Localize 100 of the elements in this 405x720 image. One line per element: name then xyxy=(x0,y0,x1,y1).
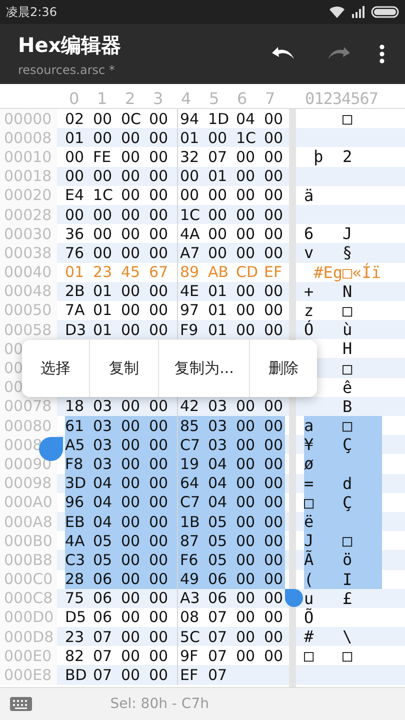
hex-byte[interactable]: 00 xyxy=(121,320,142,340)
hex-byte[interactable]: 00 xyxy=(149,435,170,454)
hex-byte[interactable]: 05 xyxy=(208,531,229,550)
hex-byte[interactable]: 00 xyxy=(236,186,257,205)
hex-byte[interactable]: 01 xyxy=(93,300,114,320)
hex-byte[interactable]: 00 xyxy=(121,300,142,320)
hex-byte[interactable]: 05 xyxy=(208,550,229,570)
hex-byte[interactable]: A5 xyxy=(65,435,86,454)
hex-byte[interactable]: 00 xyxy=(93,243,114,262)
hex-byte[interactable]: 01 xyxy=(65,128,86,148)
hex-byte[interactable]: 04 xyxy=(93,492,114,512)
hex-byte[interactable]: 00 xyxy=(93,128,114,148)
hex-byte[interactable]: 00 xyxy=(149,224,170,244)
hex-byte[interactable]: 03 xyxy=(208,396,229,416)
keyboard-icon[interactable] xyxy=(10,697,32,711)
hex-byte[interactable]: 00 xyxy=(149,186,170,205)
hex-byte[interactable]: 00 xyxy=(236,531,257,550)
hex-byte[interactable]: 00 xyxy=(236,396,257,416)
hex-byte[interactable]: 03 xyxy=(93,454,114,474)
hex-byte[interactable]: 5C xyxy=(177,627,201,646)
hex-byte[interactable]: 1D xyxy=(208,109,229,128)
hex-byte[interactable]: 4A xyxy=(177,224,201,244)
hex-byte[interactable]: 36 xyxy=(65,224,86,244)
hex-byte[interactable]: 00 xyxy=(121,204,142,224)
hex-byte[interactable]: 00 xyxy=(149,243,170,262)
hex-byte[interactable]: 00 xyxy=(264,186,285,205)
hex-byte[interactable]: 00 xyxy=(264,300,285,320)
menu-item[interactable]: 复制 xyxy=(88,340,158,397)
hex-byte[interactable]: 06 xyxy=(208,588,229,608)
hex-byte[interactable]: 00 xyxy=(65,166,86,186)
hex-byte[interactable]: BD xyxy=(65,665,86,685)
hex-byte[interactable]: 00 xyxy=(149,646,170,666)
hex-byte[interactable]: 00 xyxy=(236,492,257,512)
hex-byte[interactable]: 00 xyxy=(264,243,285,262)
hex-byte[interactable]: 00 xyxy=(149,627,170,646)
hex-byte[interactable]: 00 xyxy=(264,608,285,628)
hex-byte[interactable]: 1C xyxy=(236,128,257,148)
hex-byte[interactable]: 00 xyxy=(121,474,142,493)
hex-byte[interactable]: 08 xyxy=(177,608,201,628)
hex-byte[interactable]: 00 xyxy=(264,320,285,340)
hex-byte[interactable]: 03 xyxy=(93,416,114,436)
hex-byte[interactable]: 03 xyxy=(93,396,114,416)
hex-byte[interactable]: 01 xyxy=(93,282,114,301)
hex-byte[interactable]: F6 xyxy=(177,550,201,570)
hex-byte[interactable]: 00 xyxy=(121,166,142,186)
hex-byte[interactable]: 00 xyxy=(236,435,257,454)
hex-byte[interactable]: 4A xyxy=(65,531,86,550)
hex-byte[interactable]: 00 xyxy=(65,147,86,167)
hex-byte[interactable]: 1B xyxy=(177,512,201,532)
hex-byte[interactable]: 00 xyxy=(236,300,257,320)
hex-byte[interactable]: 00 xyxy=(264,570,285,589)
hex-byte[interactable]: 03 xyxy=(208,416,229,436)
hex-byte[interactable]: D5 xyxy=(65,608,86,628)
hex-byte[interactable]: 05 xyxy=(208,512,229,532)
hex-byte[interactable]: 00 xyxy=(177,166,201,186)
hex-byte[interactable]: 00 xyxy=(236,416,257,436)
hex-byte[interactable]: 00 xyxy=(121,512,142,532)
hex-byte[interactable]: 00 xyxy=(121,282,142,301)
hex-byte[interactable]: 00 xyxy=(149,550,170,570)
hex-byte[interactable]: 42 xyxy=(177,396,201,416)
hex-byte[interactable]: 00 xyxy=(121,454,142,474)
hex-byte[interactable]: 00 xyxy=(264,204,285,224)
hex-byte[interactable]: 00 xyxy=(149,128,170,148)
hex-byte[interactable]: 00 xyxy=(121,186,142,205)
hex-byte[interactable]: 00 xyxy=(264,512,285,532)
hex-byte[interactable]: 00 xyxy=(236,627,257,646)
hex-byte[interactable]: 00 xyxy=(149,665,170,685)
hex-byte[interactable]: C3 xyxy=(65,550,86,570)
hex-byte[interactable]: 00 xyxy=(121,665,142,685)
hex-byte[interactable]: 85 xyxy=(177,416,201,436)
hex-byte[interactable]: 7A xyxy=(65,300,86,320)
hex-byte[interactable]: 00 xyxy=(208,224,229,244)
hex-byte[interactable]: FE xyxy=(93,147,114,167)
hex-byte[interactable]: 06 xyxy=(93,570,114,589)
hex-byte[interactable]: 00 xyxy=(149,320,170,340)
hex-byte[interactable]: 28 xyxy=(65,570,86,589)
hex-byte[interactable]: 00 xyxy=(121,243,142,262)
hex-byte[interactable]: 00 xyxy=(236,646,257,666)
hex-byte[interactable]: 00 xyxy=(149,531,170,550)
hex-byte[interactable]: 00 xyxy=(236,608,257,628)
hex-byte[interactable]: 00 xyxy=(121,531,142,550)
hex-byte[interactable]: 00 xyxy=(149,300,170,320)
hex-byte[interactable]: 00 xyxy=(236,454,257,474)
hex-byte[interactable]: EF xyxy=(177,665,201,685)
hex-byte[interactable]: 04 xyxy=(208,492,229,512)
hex-byte[interactable]: 00 xyxy=(121,588,142,608)
hex-byte[interactable]: 04 xyxy=(93,512,114,532)
hex-byte[interactable]: F8 xyxy=(65,454,86,474)
hex-byte[interactable]: 00 xyxy=(264,282,285,301)
hex-byte[interactable]: 00 xyxy=(149,608,170,628)
hex-byte[interactable]: 07 xyxy=(208,665,229,685)
hex-byte[interactable]: 07 xyxy=(208,646,229,666)
hex-byte[interactable]: 07 xyxy=(93,665,114,685)
hex-byte[interactable]: 18 xyxy=(65,396,86,416)
hex-byte[interactable]: 49 xyxy=(177,570,201,589)
hex-byte[interactable]: 1C xyxy=(93,186,114,205)
hex-byte[interactable]: 01 xyxy=(208,166,229,186)
hex-byte[interactable]: 00 xyxy=(121,608,142,628)
hex-byte[interactable]: 96 xyxy=(65,492,86,512)
hex-byte[interactable]: 00 xyxy=(121,128,142,148)
